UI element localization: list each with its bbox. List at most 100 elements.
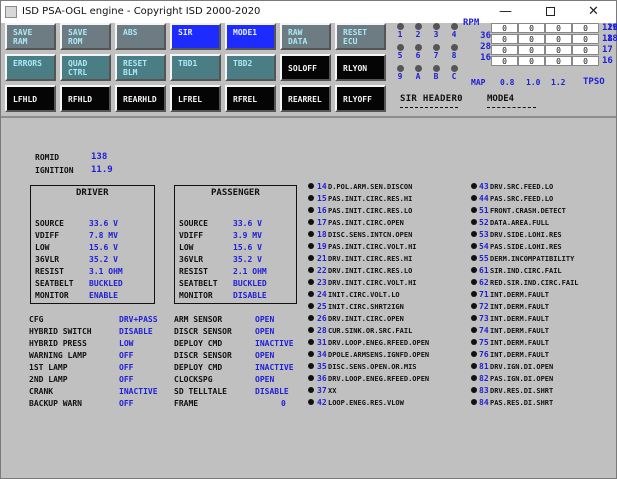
rearrel-button[interactable]: REARREL — [280, 85, 331, 112]
rpm-row-label-1: 36 — [480, 31, 491, 41]
led-5 — [397, 44, 404, 51]
fault-text: DRV.RES.DI.SHRT — [490, 387, 554, 395]
rpm-cell: 0 — [518, 56, 545, 66]
led-1 — [397, 23, 404, 30]
passenger-monitor-label: MONITOR — [179, 291, 213, 300]
fault-indicator — [308, 183, 314, 189]
reset-ecu-button[interactable]: RESET ECU — [335, 23, 386, 50]
status-deploy-cmd-label: DEPLOY CMD — [174, 339, 223, 348]
status-warning-lamp-label: WARNING LAMP — [29, 351, 87, 360]
soloff-button[interactable]: SOLOFF — [280, 54, 331, 81]
tbd1-button[interactable]: TBD1 — [170, 54, 221, 81]
led-9 — [397, 65, 404, 72]
fault-code: 74 — [479, 326, 489, 335]
romid-label: ROMID — [35, 153, 60, 162]
rearhld-button[interactable]: REARHLD — [115, 85, 166, 112]
driver-vdiff-label: VDIFF — [35, 231, 60, 240]
status-1st-lamp-value: OFF — [119, 363, 134, 372]
rpm-right-value-2: 17 — [602, 45, 613, 55]
errors-button[interactable]: ERRORS — [5, 54, 56, 81]
rpm-right-value-3: 16 — [602, 56, 613, 66]
window-title: ISD PSA-OGL engine - Copyright ISD 2000-… — [22, 6, 261, 17]
rfrel-button[interactable]: RFREL — [225, 85, 276, 112]
fault-code: 84 — [479, 398, 489, 407]
status-frame-label: FRAME — [174, 399, 199, 408]
app-window: ISD PSA-OGL engine - Copyright ISD 2000-… — [0, 0, 617, 479]
reset-blm-button[interactable]: RESET BLM — [115, 54, 166, 81]
fault-code: 42 — [317, 398, 327, 407]
status-crank-value: INACTIVE — [119, 387, 158, 396]
passenger-vdiff-value: 3.9 MV — [233, 231, 262, 240]
fault-code: 22 — [317, 266, 327, 275]
status-2nd-lamp-value: OFF — [119, 375, 134, 384]
fault-text: DPOLE.ARMSENS.IGNFD.OPEN — [328, 351, 430, 359]
lfhld-button[interactable]: LFHLD — [5, 85, 56, 112]
fault-indicator — [471, 231, 477, 237]
passenger-low-value: 15.6 V — [233, 243, 262, 252]
rpm-row-label-3: 16 — [480, 53, 491, 63]
fault-indicator — [471, 375, 477, 381]
fault-text: PAS.INIT.CIRC.OPEN — [328, 219, 404, 227]
title-bar: ISD PSA-OGL engine - Copyright ISD 2000-… — [1, 1, 616, 24]
status-clockspg-value: OPEN — [255, 375, 275, 384]
fault-indicator — [471, 387, 477, 393]
status-backup-warn-value: OFF — [119, 399, 134, 408]
save-ram-button[interactable]: SAVE RAM — [5, 23, 56, 50]
fault-code: 25 — [317, 302, 327, 311]
led-b — [433, 65, 440, 72]
driver-monitor-label: MONITOR — [35, 291, 69, 300]
rpm-row-label-2: 28 — [480, 42, 491, 52]
fault-indicator — [308, 315, 314, 321]
fault-indicator — [308, 363, 314, 369]
passenger-36vlr-label: 36VLR — [179, 255, 204, 264]
led-7 — [433, 44, 440, 51]
fault-text: FRONT.CRASH.DETECT — [490, 207, 566, 215]
status-cfg-value: DRV+PASS — [119, 315, 158, 324]
status-sd-telltale-label: SD TELLTALE — [174, 387, 227, 396]
rlyoff-button[interactable]: RLYOFF — [335, 85, 386, 112]
fault-code: 23 — [317, 278, 327, 287]
quad-ctrl-button[interactable]: QUAD CTRL — [60, 54, 111, 81]
rpm-table: 0 0 0 0 0 0 0 0 0 0 0 0 0 0 0 0 — [491, 23, 601, 67]
led-2 — [415, 23, 422, 30]
save-rom-button[interactable]: SAVE ROM — [60, 23, 111, 50]
passenger-36vlr-value: 35.2 V — [233, 255, 262, 264]
fault-indicator — [308, 399, 314, 405]
close-button[interactable]: ✕ — [571, 1, 616, 23]
rpm-cell: 0 — [545, 34, 572, 44]
fault-code: 24 — [317, 290, 327, 299]
passenger-monitor-value: DISABLE — [233, 291, 267, 300]
map-value-10: 1.0 — [526, 78, 541, 87]
fault-indicator — [308, 387, 314, 393]
fault-indicator — [471, 243, 477, 249]
minimize-button[interactable]: — — [483, 1, 528, 23]
fault-indicator — [471, 315, 477, 321]
fault-text: PAS.SIDE.LOHI.RES — [490, 243, 562, 251]
rlyon-button[interactable]: RLYON — [335, 54, 386, 81]
tpso-right-value-1: 19 — [607, 23, 617, 33]
fault-indicator — [471, 195, 477, 201]
passenger-resist-value: 2.1 OHM — [233, 267, 267, 276]
mode1-button[interactable]: MODE1 — [225, 23, 276, 50]
tpso-right-value-2: 18 — [607, 34, 617, 44]
map-label: MAP — [471, 78, 486, 87]
map-value-08: 0.8 — [500, 78, 515, 87]
rfhld-button[interactable]: RFHLD — [60, 85, 111, 112]
led-a — [415, 65, 422, 72]
fault-indicator — [471, 267, 477, 273]
fault-code: 15 — [317, 194, 327, 203]
raw-data-button[interactable]: RAW DATA — [280, 23, 331, 50]
driver-seatbelt-label: SEATBELT — [35, 279, 74, 288]
status-1st-lamp-label: 1ST LAMP — [29, 363, 68, 372]
passenger-source-value: 33.6 V — [233, 219, 262, 228]
ignition-label: IGNITION — [35, 166, 74, 175]
fault-code: 14 — [317, 182, 327, 191]
led-label-3: 3 — [433, 30, 439, 39]
tbd2-button[interactable]: TBD2 — [225, 54, 276, 81]
lfrel-button[interactable]: LFREL — [170, 85, 221, 112]
abs-button[interactable]: ABS — [115, 23, 166, 50]
driver-36vlr-label: 36VLR — [35, 255, 60, 264]
sir-button[interactable]: SIR — [170, 23, 221, 50]
driver-source-value: 33.6 V — [89, 219, 118, 228]
maximize-button[interactable] — [528, 1, 573, 23]
